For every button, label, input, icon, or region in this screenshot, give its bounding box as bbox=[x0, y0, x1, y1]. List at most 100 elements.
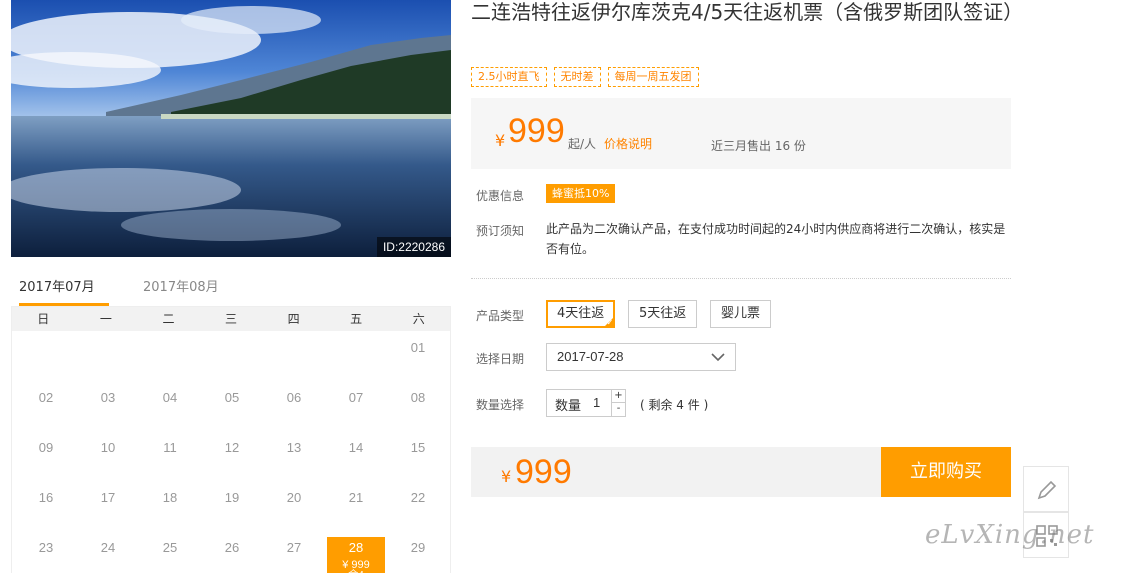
quantity-value[interactable]: 1 bbox=[593, 395, 600, 410]
decrement-button[interactable]: - bbox=[611, 403, 625, 416]
day-number: 17 bbox=[100, 490, 116, 505]
calendar-day[interactable]: 27 bbox=[265, 537, 323, 573]
calendar-day[interactable]: 11 bbox=[141, 437, 199, 477]
day-number: 20 bbox=[286, 490, 302, 505]
calendar-day[interactable]: 14 bbox=[327, 437, 385, 477]
calendar-day[interactable]: 08 bbox=[389, 387, 447, 427]
feedback-tool[interactable] bbox=[1023, 466, 1069, 512]
day-number: 13 bbox=[286, 440, 302, 455]
quantity-inner-label: 数量 bbox=[555, 399, 582, 414]
price-panel: ¥ 999 起/人 价格说明 近三月售出 16 份 bbox=[471, 98, 1011, 169]
product-type-label: 产品类型 bbox=[476, 309, 525, 323]
day-number: 18 bbox=[162, 490, 178, 505]
product-title: 二连浩特往返伊尔库茨克4/5天往返机票（含俄罗斯团队签证） bbox=[471, 0, 1024, 24]
calendar-day[interactable]: 04 bbox=[141, 387, 199, 427]
buy-now-button[interactable]: 立即购买 bbox=[881, 447, 1011, 497]
day-number: 24 bbox=[100, 540, 116, 555]
checkmark-icon: ✓ bbox=[606, 318, 614, 327]
calendar-day[interactable]: 01 bbox=[389, 337, 447, 377]
date-label: 选择日期 bbox=[476, 352, 525, 366]
price-value: 999 bbox=[508, 112, 565, 150]
day-number: 22 bbox=[410, 490, 426, 505]
tab-month-august[interactable]: 2017年08月 bbox=[143, 276, 219, 306]
calendar-day[interactable]: 19 bbox=[203, 487, 261, 527]
day-number: 02 bbox=[38, 390, 54, 405]
day-number: 06 bbox=[286, 390, 302, 405]
calendar-day[interactable]: 23 bbox=[17, 537, 75, 573]
calendar-day[interactable]: 16 bbox=[17, 487, 75, 527]
sold-count: 近三月售出 16 份 bbox=[711, 139, 806, 153]
option-label: 4天往返 bbox=[557, 306, 605, 321]
day-number: 15 bbox=[410, 440, 426, 455]
calendar-day[interactable]: 03 bbox=[79, 387, 137, 427]
weekday-thu: 四 bbox=[287, 312, 300, 326]
day-number: 21 bbox=[348, 490, 364, 505]
total-price-value: 999 bbox=[515, 453, 572, 491]
tab-month-label: 2017年08月 bbox=[143, 280, 219, 295]
booking-notice: 此产品为二次确认产品，在支付成功时间起的24小时内供应商将进行二次确认，核实是否… bbox=[546, 222, 1006, 256]
weekday-sun: 日 bbox=[37, 312, 50, 326]
calendar-day[interactable]: 13 bbox=[265, 437, 323, 477]
day-number: 08 bbox=[410, 390, 426, 405]
calendar-day[interactable]: 09 bbox=[17, 437, 75, 477]
tab-month-july[interactable]: 2017年07月 bbox=[19, 276, 109, 306]
lake-landscape-image bbox=[11, 0, 451, 257]
price-unit: 起/人 bbox=[568, 137, 597, 151]
calendar-day[interactable]: 18 bbox=[141, 487, 199, 527]
currency-symbol: ¥ bbox=[495, 131, 506, 150]
chevron-down-icon bbox=[711, 353, 725, 362]
day-number: 23 bbox=[38, 540, 54, 555]
day-number: 27 bbox=[286, 540, 302, 555]
calendar-day-selected[interactable]: 28¥ 999余4 bbox=[327, 537, 385, 573]
calendar-day[interactable]: 29 bbox=[389, 537, 447, 573]
product-photo: ID:2220286 bbox=[11, 0, 451, 257]
tag-no-time-difference: 无时差 bbox=[553, 67, 601, 87]
day-number: 19 bbox=[224, 490, 240, 505]
quantity-label: 数量选择 bbox=[476, 398, 525, 412]
weekday-tue: 二 bbox=[162, 312, 175, 326]
calendar-day[interactable]: 21 bbox=[327, 487, 385, 527]
weekday-mon: 一 bbox=[99, 312, 112, 326]
price-explanation-link[interactable]: 价格说明 bbox=[604, 135, 652, 152]
day-number: 07 bbox=[348, 390, 364, 405]
photo-id-label: ID:2220286 bbox=[376, 237, 451, 257]
option-5-day-return[interactable]: 5天往返 bbox=[628, 300, 698, 328]
notice-label: 预订须知 bbox=[476, 224, 525, 238]
day-number: 05 bbox=[224, 390, 240, 405]
calendar-day[interactable]: 15 bbox=[389, 437, 447, 477]
option-4-day-return[interactable]: 4天往返 ✓ bbox=[546, 300, 616, 328]
day-number: 16 bbox=[38, 490, 54, 505]
tab-month-label: 2017年07月 bbox=[19, 280, 95, 295]
day-number: 28 bbox=[348, 540, 364, 555]
quantity-stepper: 数量 1 + - bbox=[546, 389, 626, 417]
calendar-day[interactable]: 02 bbox=[17, 387, 75, 427]
calendar-day[interactable]: 07 bbox=[327, 387, 385, 427]
day-number: 10 bbox=[100, 440, 116, 455]
option-label: 婴儿票 bbox=[721, 306, 761, 321]
weekday-header: 日 一 二 三 四 五 六 bbox=[12, 307, 450, 331]
date-dropdown[interactable]: 2017-07-28 bbox=[546, 343, 736, 371]
calendar-day[interactable]: 12 bbox=[203, 437, 261, 477]
weekday-fri: 五 bbox=[350, 312, 363, 326]
calendar-day[interactable]: 10 bbox=[79, 437, 137, 477]
option-label: 5天往返 bbox=[639, 306, 687, 321]
calendar-day[interactable]: 05 bbox=[203, 387, 261, 427]
pencil-icon bbox=[1037, 480, 1057, 500]
calendar-month-tabs: 2017年07月 2017年08月 bbox=[11, 270, 451, 306]
calendar-day[interactable]: 06 bbox=[265, 387, 323, 427]
site-watermark: eLvXing.net bbox=[925, 520, 1095, 550]
calendar-day[interactable]: 20 bbox=[265, 487, 323, 527]
calendar-day[interactable]: 25 bbox=[141, 537, 199, 573]
calendar-day[interactable]: 22 bbox=[389, 487, 447, 527]
calendar-day[interactable]: 24 bbox=[79, 537, 137, 573]
day-number: 12 bbox=[224, 440, 240, 455]
calendar-day[interactable]: 26 bbox=[203, 537, 261, 573]
increment-button[interactable]: + bbox=[611, 390, 625, 403]
day-number: 25 bbox=[162, 540, 178, 555]
day-number: 26 bbox=[224, 540, 240, 555]
day-number: 14 bbox=[348, 440, 364, 455]
calendar-day[interactable]: 17 bbox=[79, 487, 137, 527]
weekday-wed: 三 bbox=[225, 312, 238, 326]
option-infant-ticket[interactable]: 婴儿票 bbox=[710, 300, 772, 328]
discount-label: 优惠信息 bbox=[476, 189, 525, 203]
